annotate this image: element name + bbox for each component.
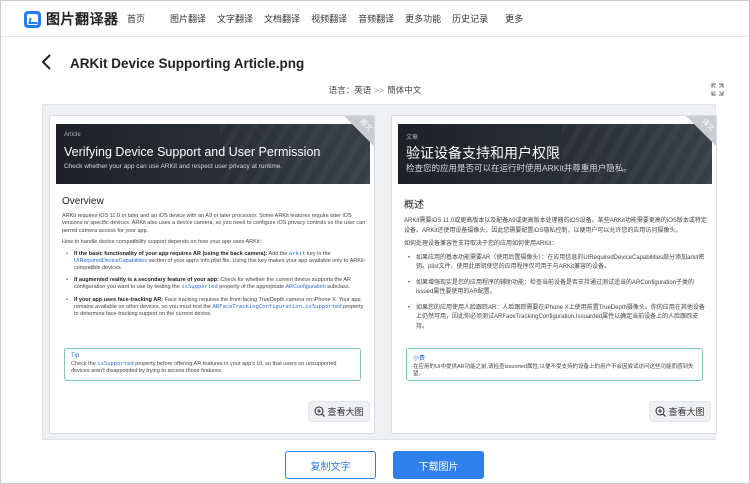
paragraph: ARKit requires iOS 11.0 or later and an … [62, 213, 366, 234]
list-item: If augmented reality is a secondary feat… [66, 277, 366, 291]
section-title: Overview [62, 196, 104, 207]
main-nav: 首页 图片翻译 文字翻译 文档翻译 视频翻译 音频翻译 更多功能 历史记录 更多 [127, 12, 523, 25]
banner-tag: Article [64, 132, 81, 138]
article-content: Overview ARKit requires iOS 11.0 or late… [62, 196, 366, 323]
nav-item-more[interactable]: 更多 [505, 12, 523, 25]
banner-title: Verifying Device Support and User Permis… [64, 145, 321, 159]
nav-item-more-features[interactable]: 更多功能 [405, 12, 441, 25]
banner-tag: 文章 [406, 135, 419, 141]
nav-item-image-translate[interactable]: 图片翻译 [170, 12, 206, 25]
paragraph: 如何处理设备兼容性支持取决于您的应用如何使用ARKit： [404, 241, 558, 247]
banner-subtitle: Check whether your app can use ARKit and… [64, 163, 283, 170]
language-label: 语言： [328, 85, 355, 95]
view-large-button[interactable]: 查看大图 [649, 401, 711, 422]
nav-item-audio-translate[interactable]: 音频翻译 [358, 12, 394, 25]
bullet-list: 如果应用的基本功能需要AR（使用后置摄像头）：在应用信息的UIRequiredD… [408, 254, 708, 333]
nav-item-history[interactable]: 历史记录 [452, 12, 488, 25]
view-large-label: 查看大图 [327, 407, 364, 417]
article-banner: Article Verifying Device Support and Use… [56, 124, 370, 184]
document-title: ARKit Device Supporting Article.png [70, 56, 305, 71]
download-image-button[interactable]: 下载图片 [393, 451, 484, 479]
nav-item-text-translate[interactable]: 文字翻译 [217, 12, 253, 25]
top-navigation-bar: 图片翻译器 首页 图片翻译 文字翻译 文档翻译 视频翻译 音频翻译 更多功能 历… [0, 0, 750, 37]
view-large-label: 查看大图 [668, 407, 705, 417]
tip-text: Check the isSupported property before of… [71, 361, 337, 374]
copy-text-button[interactable]: 复制文字 [285, 451, 376, 479]
banner-subtitle: 检查您的应用是否可以在运行时使用ARKit并尊重用户隐私。 [406, 163, 632, 173]
bullet-list: If the basic functionality of your app r… [66, 251, 366, 319]
paragraph: ARKit需要iOS 11.0或更高版本以及配备A9或更高版本处理器的iOS设备… [404, 218, 707, 234]
tip-title: 小费 [413, 356, 426, 362]
view-large-button[interactable]: 查看大图 [308, 401, 370, 422]
nav-item-doc-translate[interactable]: 文档翻译 [264, 12, 300, 25]
zoom-in-icon [655, 406, 667, 417]
tip-title: Tip [71, 353, 80, 359]
tip-box: 小费 在应用的UI中提供AR功能之前,请检查issuorted属性,以便不受支持… [406, 348, 703, 381]
image-translate-logo-icon [24, 10, 41, 28]
article-banner: 文章 验证设备支持和用户权限 检查您的应用是否可以在运行时使用ARKit并尊重用… [398, 124, 712, 184]
paragraph: How to handle device compatibility suppo… [62, 239, 262, 246]
list-item: 如果您的应用使用人脸跟踪AR：人脸跟踪需要在iPhone X上使用前置TrueD… [408, 304, 708, 333]
tip-text: 在应用的UI中提供AR功能之前,请检查issuorted属性,以便不受支持的设备… [413, 364, 694, 377]
translated-image-pane: 文章 验证设备支持和用户权限 检查您的应用是否可以在运行时使用ARKit并尊重用… [391, 115, 717, 434]
app-name: 图片翻译器 [46, 11, 119, 27]
expand-icon[interactable] [711, 83, 724, 96]
tip-box: Tip Check the isSupported property befor… [64, 348, 361, 381]
zoom-in-icon [314, 406, 326, 417]
nav-item-video-translate[interactable]: 视频翻译 [311, 12, 347, 25]
original-image-pane: Article Verifying Device Support and Use… [49, 115, 375, 434]
list-item: If the basic functionality of your app r… [66, 251, 366, 273]
language-indicator: 语言：英语 >> 簡体中文 [0, 84, 750, 96]
article-content: 概述 ARKit需要iOS 11.0或更高版本以及配备A9或更高版本处理器的iO… [404, 196, 708, 338]
list-item: 如果应用的基本功能需要AR（使用后置摄像头）：在应用信息的UIRequiredD… [408, 254, 708, 273]
list-item: If your app uses face-tracking AR: Face … [66, 297, 366, 319]
language-arrow: >> [374, 85, 385, 95]
banner-title: 验证设备支持和用户权限 [406, 145, 560, 161]
source-language[interactable]: 英语 [354, 84, 371, 96]
nav-item-home[interactable]: 首页 [127, 12, 145, 25]
app-logo[interactable]: 图片翻译器 [24, 9, 119, 29]
comparison-area: Article Verifying Device Support and Use… [42, 104, 717, 440]
back-arrow-icon[interactable] [41, 54, 53, 70]
section-title: 概述 [404, 200, 424, 211]
target-language[interactable]: 簡体中文 [387, 84, 421, 96]
list-item: 如果增强现实是您的应用程序的辅助功能：检查当前设备是否支持通过测试适当的ARCo… [408, 279, 708, 298]
